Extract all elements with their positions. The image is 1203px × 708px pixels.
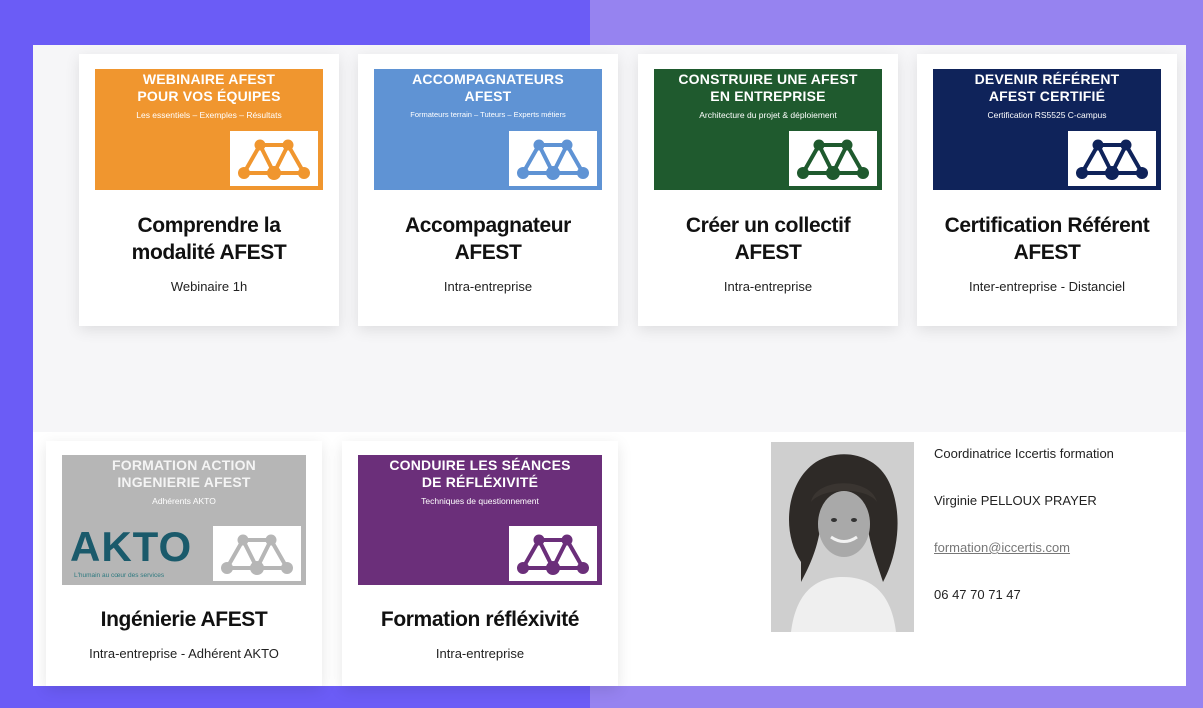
- course-banner: FORMATION ACTION INGENIERIE AFEST Adhére…: [62, 455, 306, 585]
- course-banner: CONSTRUIRE UNE AFEST EN ENTREPRISE Archi…: [654, 69, 882, 190]
- course-title[interactable]: Formation réfléxivité: [342, 606, 618, 633]
- network-icon: [221, 534, 293, 575]
- banner-title: CONDUIRE LES SÉANCES DE RÉFLÉXIVITÉ: [389, 457, 571, 490]
- course-format: Intra-entreprise: [443, 279, 533, 294]
- portrait-image: [771, 442, 914, 632]
- banner-title: ACCOMPAGNATEURS AFEST: [412, 71, 564, 104]
- afest-network-logo: [789, 131, 877, 186]
- afest-network-logo: [509, 131, 597, 186]
- course-format: Inter-entreprise - Distanciel: [968, 279, 1126, 294]
- course-title[interactable]: Ingénierie AFEST: [46, 606, 322, 633]
- network-icon: [238, 139, 310, 180]
- banner-title: CONSTRUIRE UNE AFEST EN ENTREPRISE: [678, 71, 858, 104]
- course-title[interactable]: Comprendre la modalité AFEST: [79, 212, 339, 266]
- banner-subtitle: Techniques de questionnement: [421, 496, 539, 506]
- course-banner: WEBINAIRE AFEST POUR VOS ÉQUIPES Les ess…: [95, 69, 323, 190]
- afest-network-logo: [509, 526, 597, 581]
- course-card-webinaire[interactable]: WEBINAIRE AFEST POUR VOS ÉQUIPES Les ess…: [79, 54, 339, 326]
- course-banner: ACCOMPAGNATEURS AFEST Formateurs terrain…: [374, 69, 602, 190]
- course-format: Intra-entreprise: [723, 279, 813, 294]
- akto-tagline: L'humain au cœur des services: [74, 572, 165, 579]
- akto-logo: AKTO: [70, 523, 193, 570]
- afest-network-logo: [1068, 131, 1156, 186]
- course-card-collectif[interactable]: CONSTRUIRE UNE AFEST EN ENTREPRISE Archi…: [638, 54, 898, 326]
- course-banner: CONDUIRE LES SÉANCES DE RÉFLÉXIVITÉ Tech…: [358, 455, 602, 585]
- contact-role: Coordinatrice Iccertis formation: [934, 446, 1114, 461]
- banner-title: DEVENIR RÉFÉRENT AFEST CERTIFIÉ: [974, 71, 1120, 104]
- course-card-accompagnateur[interactable]: ACCOMPAGNATEURS AFEST Formateurs terrain…: [358, 54, 618, 326]
- contact-phone: 06 47 70 71 47: [934, 587, 1021, 602]
- banner-subtitle: Certification RS5525 C-campus: [987, 110, 1107, 120]
- banner-subtitle: Architecture du projet & déploiement: [699, 110, 837, 120]
- contact-email-link[interactable]: formation@iccertis.com: [934, 540, 1070, 555]
- contact-name: Virginie PELLOUX PRAYER: [934, 493, 1097, 508]
- course-title[interactable]: Certification Référent AFEST: [917, 212, 1177, 266]
- banner-title: WEBINAIRE AFEST POUR VOS ÉQUIPES: [137, 71, 281, 104]
- banner-subtitle: Adhérents AKTO: [152, 496, 216, 506]
- course-title[interactable]: Accompagnateur AFEST: [358, 212, 618, 266]
- course-format: Intra-entreprise - Adhérent AKTO: [89, 646, 279, 661]
- banner-subtitle: Les essentiels – Exemples – Résultats: [136, 110, 282, 120]
- afest-network-logo: [213, 526, 301, 581]
- banner-title: FORMATION ACTION INGENIERIE AFEST: [112, 457, 256, 490]
- course-format: Intra-entreprise: [435, 646, 525, 661]
- course-card-reflexivite[interactable]: CONDUIRE LES SÉANCES DE RÉFLÉXIVITÉ Tech…: [342, 441, 618, 686]
- contact-photo: [771, 442, 914, 632]
- afest-network-logo: [230, 131, 318, 186]
- network-icon: [517, 139, 589, 180]
- network-icon: [1076, 139, 1148, 180]
- course-banner: DEVENIR RÉFÉRENT AFEST CERTIFIÉ Certific…: [933, 69, 1161, 190]
- network-icon: [517, 534, 589, 575]
- course-card-certification[interactable]: DEVENIR RÉFÉRENT AFEST CERTIFIÉ Certific…: [917, 54, 1177, 326]
- network-icon: [797, 139, 869, 180]
- course-title[interactable]: Créer un collectif AFEST: [638, 212, 898, 266]
- banner-subtitle: Formateurs terrain – Tuteurs – Experts m…: [410, 110, 566, 119]
- course-format: Webinaire 1h: [170, 279, 248, 294]
- course-card-ingenierie[interactable]: FORMATION ACTION INGENIERIE AFEST Adhére…: [46, 441, 322, 686]
